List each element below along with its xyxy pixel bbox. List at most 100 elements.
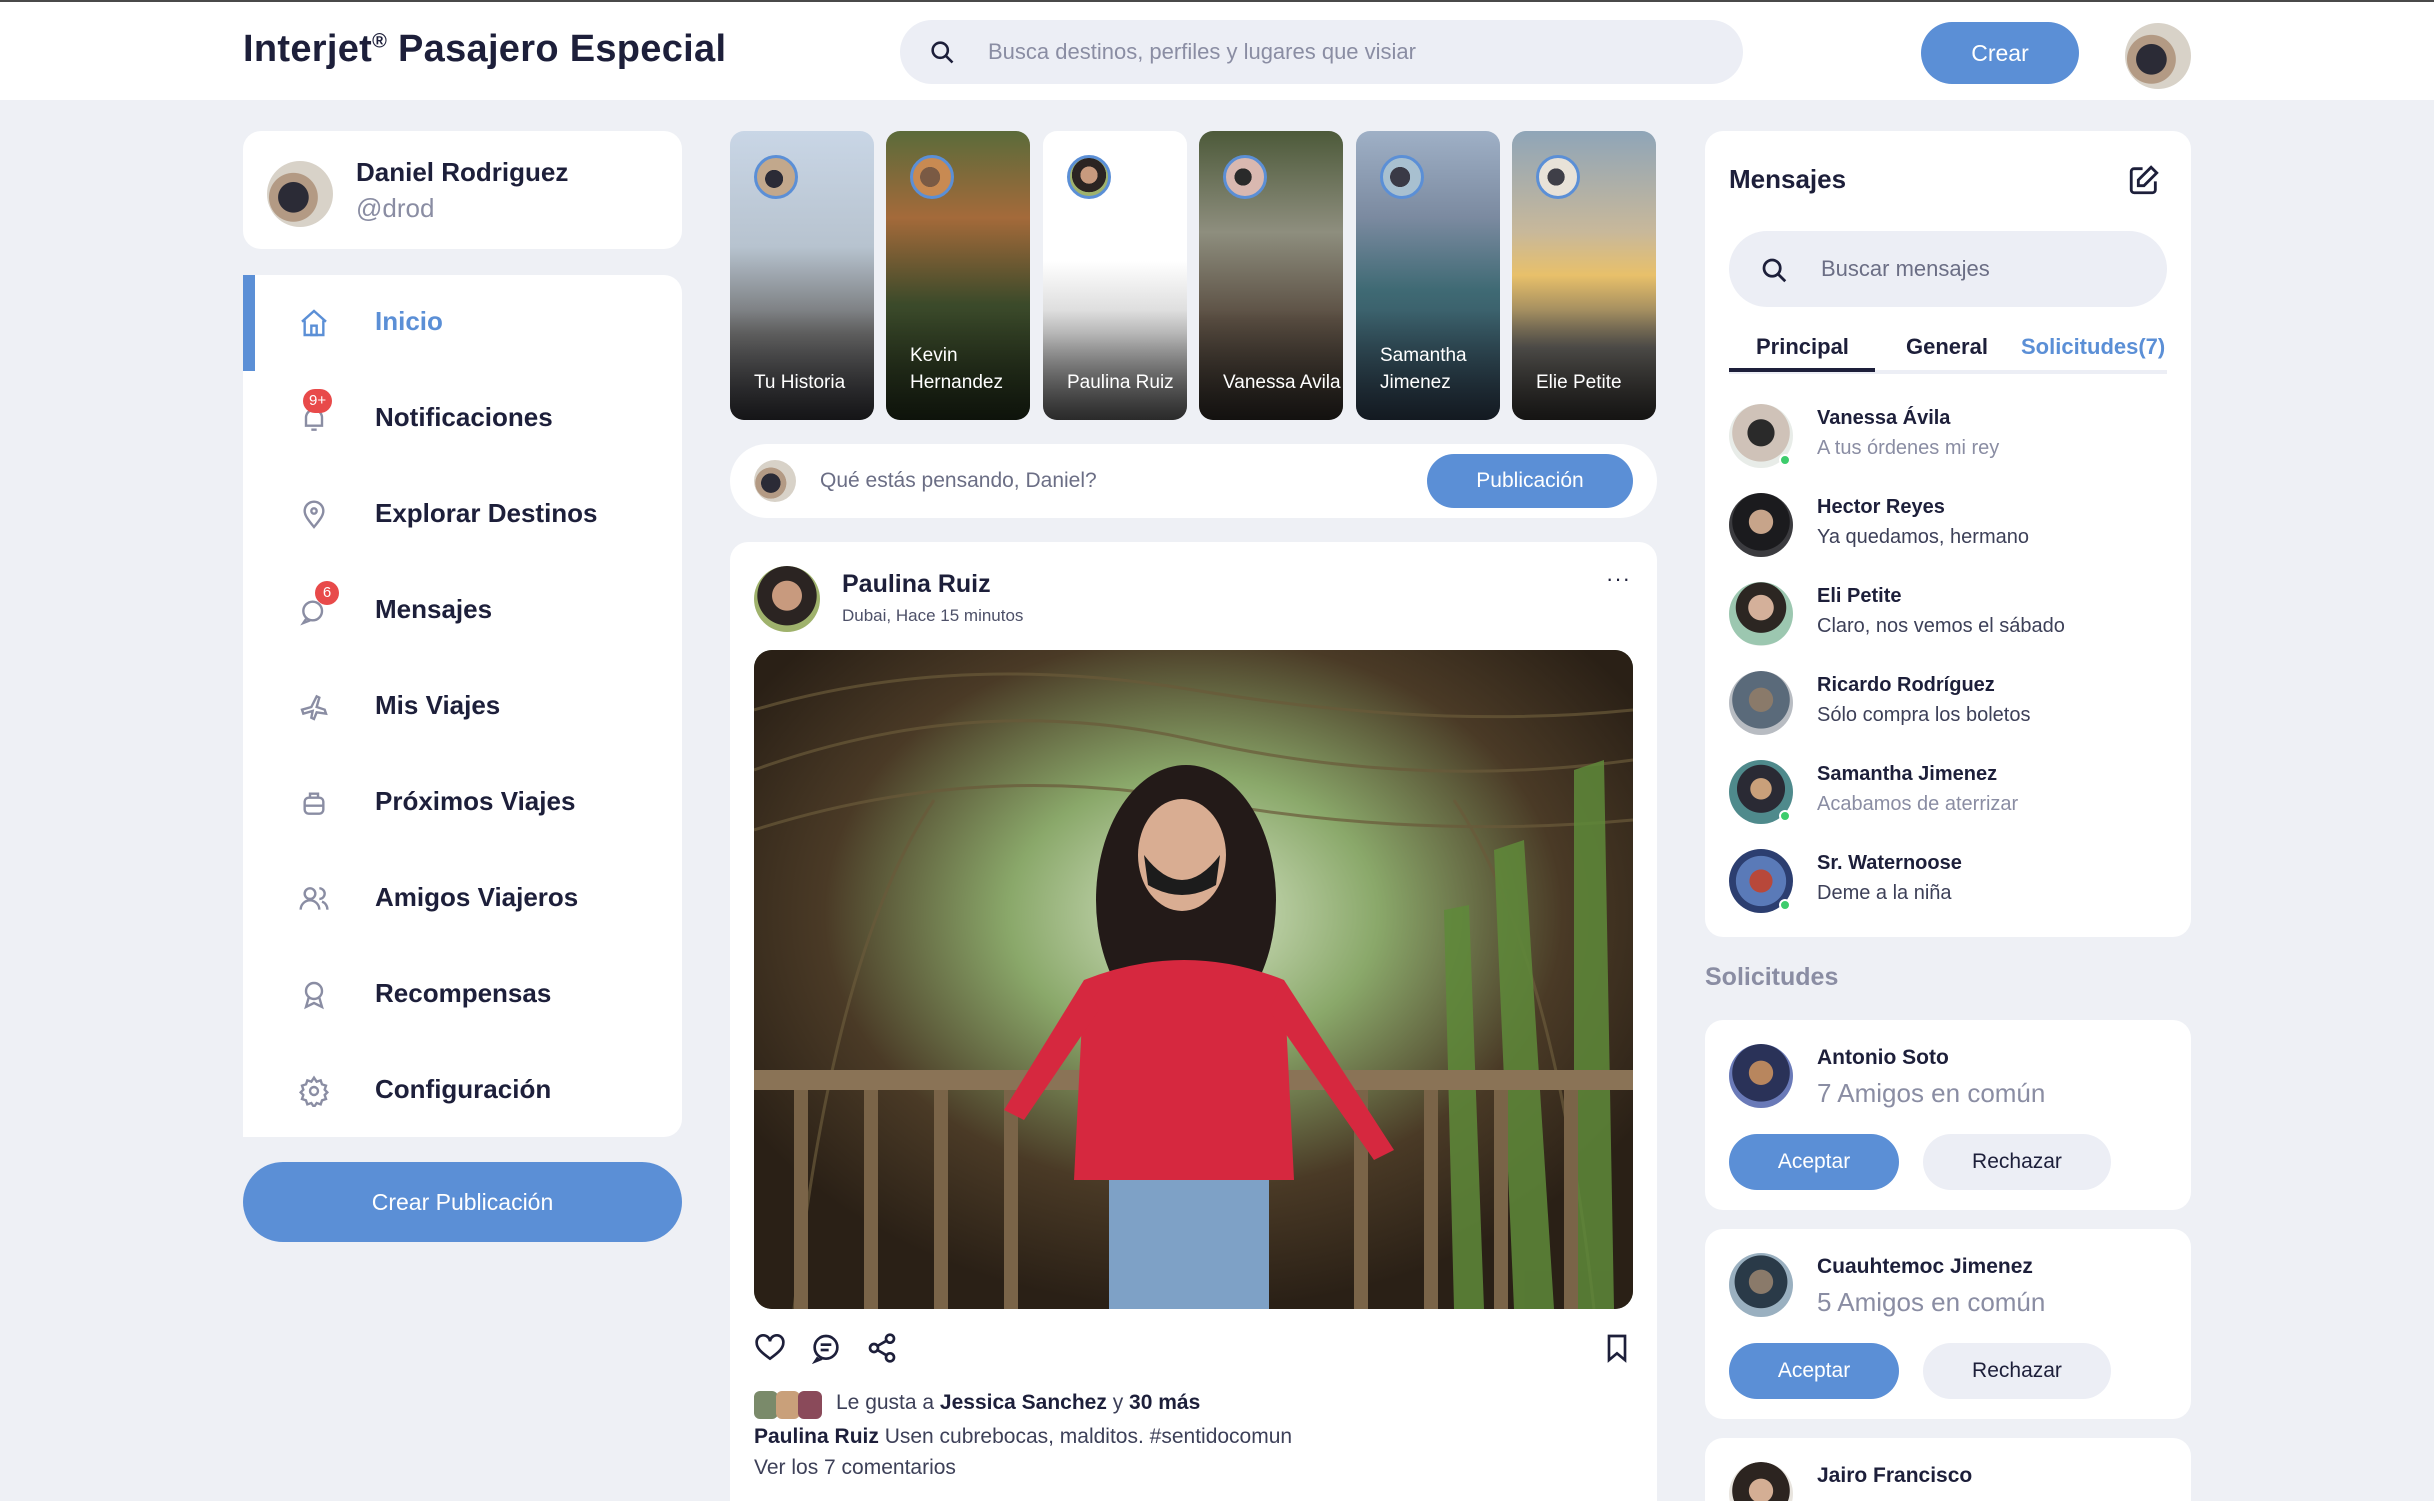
story-name: Kevin Hernandez	[910, 345, 1003, 393]
view-comments-link[interactable]: Ver los 7 comentarios	[754, 1456, 956, 1480]
reject-button[interactable]: Rechazar	[1923, 1134, 2111, 1190]
profile-card[interactable]: Daniel Rodriguez @drod	[243, 131, 682, 249]
friend-request-card: Cuauhtemoc Jimenez 5 Amigos en común Ace…	[1705, 1229, 2191, 1419]
create-button[interactable]: Crear	[1921, 22, 2079, 84]
sidebar-item-proximos-viajes[interactable]: Próximos Viajes	[243, 755, 682, 851]
sidebar-item-mis-viajes[interactable]: Mis Viajes	[243, 659, 682, 755]
request-name[interactable]: Jairo Francisco	[1817, 1464, 1972, 1488]
share-icon[interactable]	[866, 1332, 898, 1364]
reject-button[interactable]: Rechazar	[1923, 1343, 2111, 1399]
conversation-item[interactable]: Hector Reyes Ya quedamos, hermano	[1729, 488, 2169, 562]
sidebar-item-recompensas[interactable]: Recompensas	[243, 947, 682, 1043]
heart-icon[interactable]	[754, 1332, 786, 1364]
conversation-name: Eli Petite	[1817, 585, 1902, 607]
request-name[interactable]: Antonio Soto	[1817, 1046, 1949, 1070]
post-author-name[interactable]: Paulina Ruiz	[842, 570, 991, 599]
friend-request-card: Antonio Soto 7 Amigos en común Aceptar R…	[1705, 1020, 2191, 1210]
sidebar-item-mensajes[interactable]: 6 Mensajes	[243, 563, 682, 659]
story-card[interactable]: Samantha Jimenez	[1356, 131, 1500, 420]
post-composer: Publicación	[730, 444, 1657, 518]
sidebar-item-label: Explorar Destinos	[375, 498, 598, 528]
caption-text: Usen cubrebocas, malditos. #sentidocomun	[878, 1425, 1293, 1448]
conversation-avatar	[1729, 671, 1793, 735]
requests-heading: Solicitudes	[1705, 963, 1839, 991]
accept-button[interactable]: Aceptar	[1729, 1343, 1899, 1399]
tab-solicitudes[interactable]: Solicitudes(7)	[2021, 334, 2165, 360]
messages-title: Mensajes	[1729, 164, 1847, 194]
sidebar-item-label: Notificaciones	[375, 402, 553, 432]
create-post-button[interactable]: Crear Publicación	[243, 1162, 682, 1242]
story-card[interactable]: Kevin Hernandez	[886, 131, 1030, 420]
plane-icon	[300, 694, 328, 721]
feed-post: Paulina Ruiz Dubai, Hace 15 minutos ···	[730, 542, 1657, 1501]
request-avatar[interactable]	[1729, 1253, 1793, 1317]
brand-suffix: Pasajero Especial	[387, 28, 727, 70]
sidebar-item-explorar[interactable]: Explorar Destinos	[243, 467, 682, 563]
story-avatar	[1223, 155, 1267, 199]
online-indicator	[1779, 899, 1791, 911]
likes-more: 30 más	[1129, 1391, 1201, 1414]
sidebar-item-inicio[interactable]: Inicio	[243, 275, 682, 371]
story-card[interactable]: Tu Historia	[730, 131, 874, 420]
bookmark-icon[interactable]	[1601, 1332, 1633, 1364]
request-name[interactable]: Cuauhtemoc Jimenez	[1817, 1255, 2033, 1279]
mutual-friends: 5 Amigos en común	[1817, 1287, 2046, 1317]
conversation-item[interactable]: Vanessa Ávila A tus órdenes mi rey	[1729, 399, 2169, 473]
compose-icon[interactable]	[2127, 163, 2161, 197]
sidebar-item-notificaciones[interactable]: 9+ Notificaciones	[243, 371, 682, 467]
sidebar-nav: Inicio 9+ Notificaciones Explorar Destin…	[243, 275, 682, 1137]
search-icon	[1762, 258, 1787, 283]
comment-icon[interactable]	[810, 1332, 842, 1364]
messages-search[interactable]	[1729, 231, 2167, 307]
story-card[interactable]: Paulina Ruiz	[1043, 131, 1187, 420]
post-author-avatar[interactable]	[754, 566, 820, 632]
likes-summary[interactable]: Le gusta a Jessica Sanchez y 30 más	[836, 1391, 1200, 1415]
conversation-item[interactable]: Samantha Jimenez Acabamos de aterrizar	[1729, 755, 2169, 829]
sidebar-item-label: Configuración	[375, 1074, 552, 1104]
liker-avatar	[798, 1391, 822, 1419]
conversation-name: Vanessa Ávila	[1817, 407, 1951, 429]
story-card[interactable]: Elie Petite	[1512, 131, 1656, 420]
composer-input[interactable]	[820, 444, 1320, 518]
messages-search-input[interactable]	[1821, 231, 2141, 307]
active-tab-indicator	[1729, 368, 1875, 372]
conversation-avatar	[1729, 493, 1793, 557]
sidebar-item-label: Mis Viajes	[375, 690, 501, 720]
conversation-preview: Ya quedamos, hermano	[1817, 526, 2029, 548]
accept-button[interactable]: Aceptar	[1729, 1134, 1899, 1190]
request-avatar[interactable]	[1729, 1044, 1793, 1108]
global-search-input[interactable]	[988, 20, 1708, 84]
mutual-friends: 7 Amigos en común	[1817, 1078, 2046, 1108]
story-card[interactable]: Vanessa Avila	[1199, 131, 1343, 420]
messages-tabs: Principal General Solicitudes(7)	[1729, 326, 2167, 374]
global-search[interactable]	[900, 20, 1743, 84]
request-avatar[interactable]	[1729, 1462, 1793, 1501]
story-name: Samantha Jimenez	[1380, 345, 1467, 393]
conversation-name: Sr. Waternoose	[1817, 852, 1962, 874]
conversation-item[interactable]: Ricardo Rodríguez Sólo compra los boleto…	[1729, 666, 2169, 740]
more-options-icon[interactable]: ···	[1606, 566, 1631, 592]
conversation-item[interactable]: Sr. Waternoose Deme a la niña	[1729, 844, 2169, 918]
profile-avatar	[267, 161, 333, 227]
liker-avatar	[776, 1391, 800, 1419]
tab-general[interactable]: General	[1906, 334, 1988, 360]
sidebar-item-configuracion[interactable]: Configuración	[243, 1043, 682, 1139]
story-avatar	[1067, 155, 1111, 199]
sidebar-item-amigos[interactable]: Amigos Viajeros	[243, 851, 682, 947]
map-pin-icon	[303, 500, 325, 529]
conversation-name: Samantha Jimenez	[1817, 763, 1998, 785]
conversation-preview: Acabamos de aterrizar	[1817, 793, 2019, 815]
user-avatar[interactable]	[2125, 23, 2191, 89]
conversation-preview: Claro, nos vemos el sábado	[1817, 615, 2065, 637]
conversation-preview: A tus órdenes mi rey	[1817, 437, 2000, 459]
publish-button[interactable]: Publicación	[1427, 454, 1633, 508]
profile-handle: @drod	[356, 193, 435, 223]
app-title[interactable]: Interjet® Pasajero Especial	[243, 28, 726, 71]
post-photo[interactable]	[754, 650, 1633, 1309]
search-icon	[931, 41, 954, 64]
tab-principal[interactable]: Principal	[1756, 334, 1849, 360]
conversation-item[interactable]: Eli Petite Claro, nos vemos el sábado	[1729, 577, 2169, 651]
sidebar-item-label: Mensajes	[375, 594, 493, 624]
liker-avatar	[754, 1391, 778, 1419]
composer-avatar	[754, 460, 796, 502]
